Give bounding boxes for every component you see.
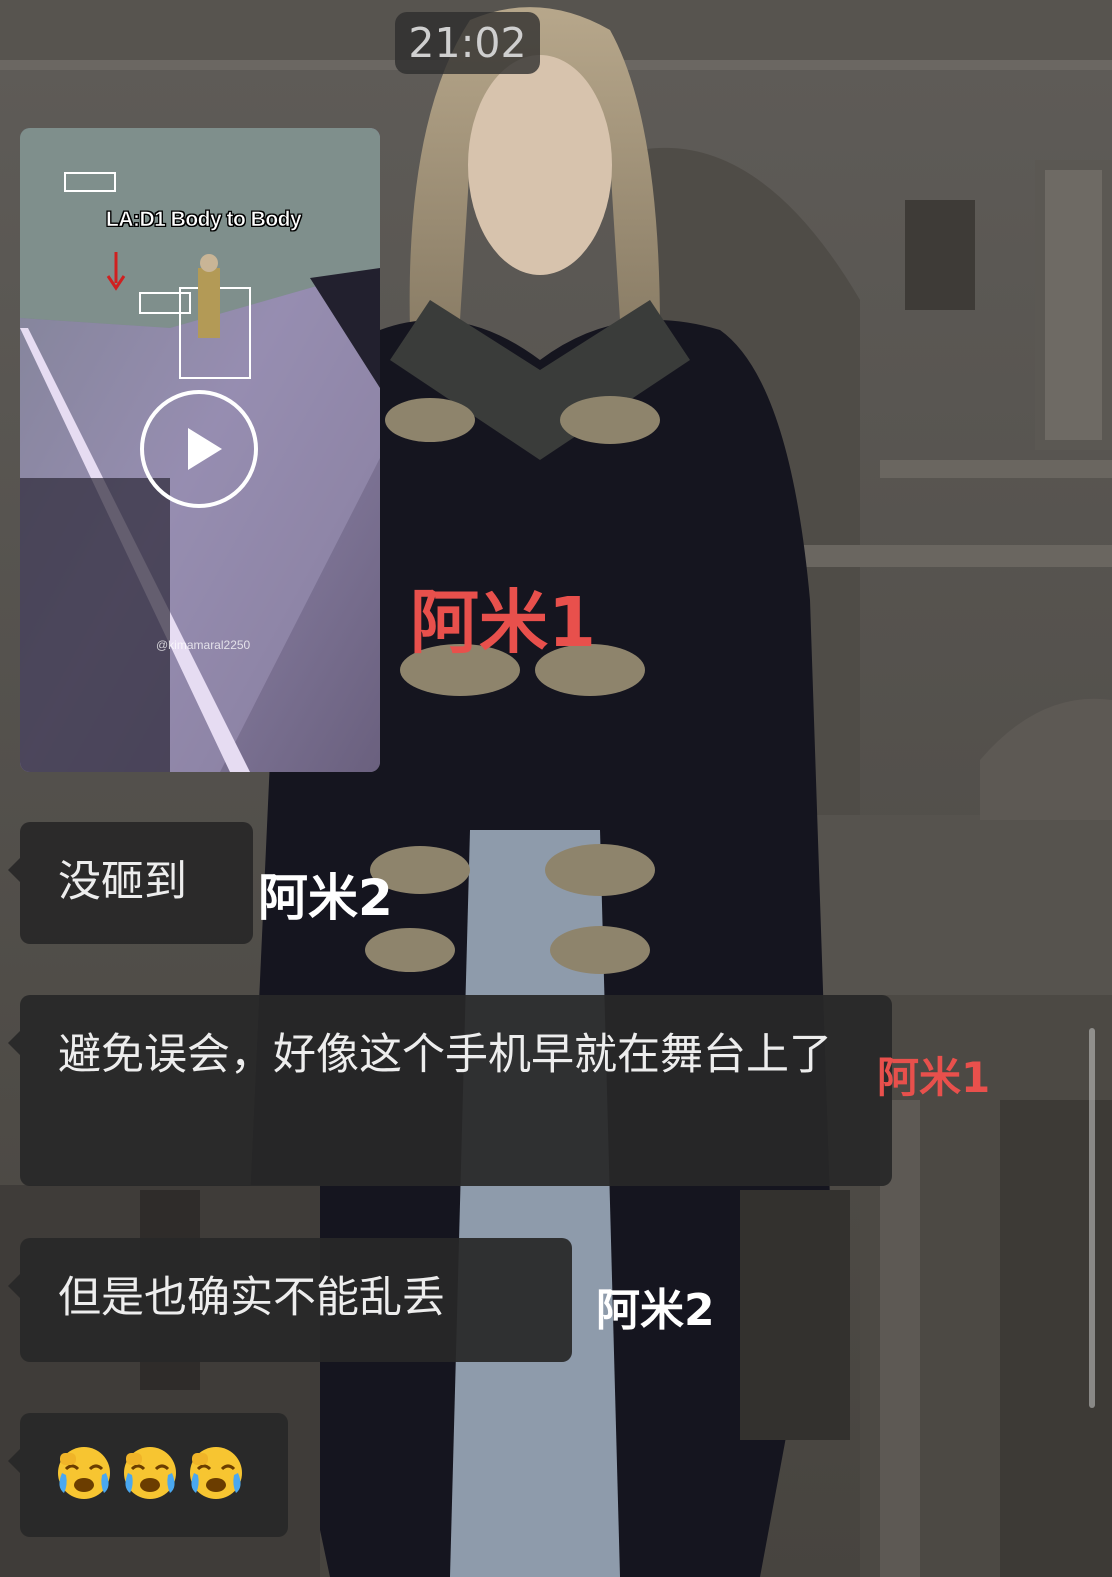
play-button[interactable]	[140, 390, 258, 508]
message-text: 避免误会，好像这个手机早就在舞台上了	[58, 1030, 832, 1080]
message-text: 但是也确实不能乱丢	[58, 1273, 445, 1323]
scrollbar[interactable]	[1089, 1028, 1095, 1408]
play-icon	[188, 428, 222, 470]
sender-tag: 阿米2	[596, 1285, 715, 1336]
emoji-row	[54, 1443, 254, 1505]
message-bubble[interactable]: 避免误会，好像这个手机早就在舞台上了	[8, 995, 892, 1186]
message-text: 没砸到	[58, 857, 187, 907]
crying-face-icon	[124, 1447, 176, 1499]
overlay-tag-center: 阿米1	[410, 583, 597, 663]
message-bubble[interactable]: 没砸到	[8, 822, 253, 944]
crying-face-icon	[58, 1447, 110, 1499]
message-bubble[interactable]: 但是也确实不能乱丢	[8, 1238, 572, 1362]
video-caption: LA:D1 Body to Body	[106, 208, 302, 232]
sender-tag: 阿米2	[258, 869, 393, 927]
sender-tag: 阿米1	[877, 1053, 991, 1102]
video-message[interactable]: LA:D1 Body to Body @kimamaral2250	[20, 128, 380, 772]
timestamp: 21:02	[395, 12, 540, 74]
crying-face-icon	[190, 1447, 242, 1499]
message-bubble[interactable]	[8, 1413, 288, 1537]
video-watermark: @kimamaral2250	[156, 638, 251, 652]
